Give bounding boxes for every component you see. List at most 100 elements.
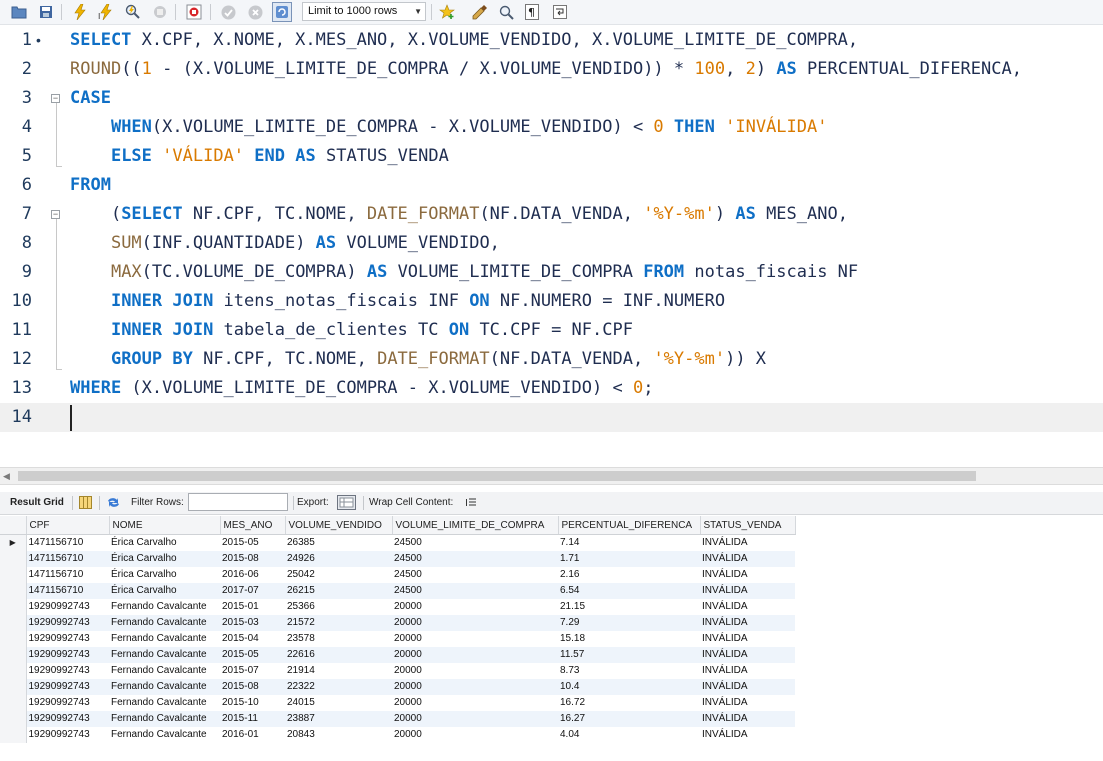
invisible-chars-icon[interactable]: ¶ bbox=[522, 2, 542, 22]
table-cell[interactable]: INVÁLIDA bbox=[700, 711, 795, 727]
table-cell[interactable]: 24926 bbox=[285, 551, 392, 567]
table-cell[interactable]: 16.72 bbox=[558, 695, 700, 711]
table-cell[interactable]: 7.29 bbox=[558, 615, 700, 631]
table-cell[interactable]: 24500 bbox=[392, 567, 558, 583]
table-cell[interactable]: INVÁLIDA bbox=[700, 551, 795, 567]
row-indicator[interactable] bbox=[0, 727, 27, 743]
table-cell[interactable]: 19290992743 bbox=[26, 695, 109, 711]
column-header[interactable]: NOME bbox=[109, 516, 221, 535]
row-indicator[interactable] bbox=[0, 599, 27, 615]
editor-line[interactable]: 12 GROUP BY NF.CPF, TC.NOME, DATE_FORMAT… bbox=[0, 345, 1103, 374]
folder-open-icon[interactable] bbox=[9, 2, 29, 22]
row-indicator[interactable] bbox=[0, 583, 27, 599]
editor-line[interactable]: 13 WHERE (X.VOLUME_LIMITE_DE_COMPRA - X.V… bbox=[0, 374, 1103, 403]
table-cell[interactable]: 1.71 bbox=[558, 551, 700, 567]
table-cell[interactable]: Fernando Cavalcante bbox=[109, 679, 220, 695]
table-cell[interactable]: Fernando Cavalcante bbox=[109, 631, 220, 647]
table-cell[interactable]: 22616 bbox=[285, 647, 392, 663]
refresh-icon[interactable] bbox=[106, 492, 121, 514]
table-cell[interactable]: 26385 bbox=[285, 535, 392, 552]
table-cell[interactable]: 22322 bbox=[285, 679, 392, 695]
table-cell[interactable]: 1471156710 bbox=[26, 535, 109, 552]
table-cell[interactable]: 19290992743 bbox=[26, 679, 109, 695]
column-header[interactable]: VOLUME_LIMITE_DE_COMPRA bbox=[392, 516, 559, 535]
table-cell[interactable]: 21914 bbox=[285, 663, 392, 679]
table-cell[interactable]: 24015 bbox=[285, 695, 392, 711]
table-cell[interactable]: 20843 bbox=[285, 727, 392, 743]
find-magnifier-icon[interactable] bbox=[496, 2, 516, 22]
editor-line[interactable]: 9 MAX(TC.VOLUME_DE_COMPRA) AS VOLUME_LIM… bbox=[0, 258, 1103, 287]
toggle-error-stop-icon[interactable] bbox=[184, 2, 204, 22]
table-row[interactable]: 19290992743 Fernando Cavalcante 2015-03 215… bbox=[0, 615, 795, 631]
editor-line[interactable]: 4 WHEN(X.VOLUME_LIMITE_DE_COMPRA - X.VOL… bbox=[0, 113, 1103, 142]
table-cell[interactable]: 20000 bbox=[392, 663, 558, 679]
table-cell[interactable]: INVÁLIDA bbox=[700, 599, 795, 615]
beautify-broom-icon[interactable] bbox=[469, 2, 489, 22]
table-cell[interactable]: 19290992743 bbox=[26, 711, 109, 727]
execute-cursor-lightning-icon[interactable]: I bbox=[96, 2, 116, 22]
table-cell[interactable]: 24500 bbox=[392, 583, 558, 599]
table-cell[interactable]: INVÁLIDA bbox=[700, 631, 795, 647]
row-indicator[interactable] bbox=[0, 679, 27, 695]
scroll-left-icon[interactable]: ◀ bbox=[3, 471, 10, 482]
table-cell[interactable]: 2015-03 bbox=[220, 615, 285, 631]
fold-toggle-icon[interactable]: − bbox=[51, 94, 60, 103]
table-cell[interactable]: Fernando Cavalcante bbox=[109, 615, 220, 631]
table-cell[interactable]: 19290992743 bbox=[26, 615, 109, 631]
table-row[interactable]: 19290992743 Fernando Cavalcante 2015-04 235… bbox=[0, 631, 795, 647]
editor-line[interactable]: 3 CASE bbox=[0, 84, 1103, 113]
table-cell[interactable]: Fernando Cavalcante bbox=[109, 711, 220, 727]
table-cell[interactable]: 19290992743 bbox=[26, 727, 109, 743]
table-cell[interactable]: 20000 bbox=[392, 599, 558, 615]
table-cell[interactable]: 23578 bbox=[285, 631, 392, 647]
table-cell[interactable]: 8.73 bbox=[558, 663, 700, 679]
table-cell[interactable]: Fernando Cavalcante bbox=[109, 647, 220, 663]
wrap-cell-icon[interactable]: I bbox=[465, 492, 477, 514]
table-cell[interactable]: INVÁLIDA bbox=[700, 695, 795, 711]
current-row-arrow-icon[interactable]: ▶ bbox=[0, 534, 27, 551]
table-cell[interactable]: 20000 bbox=[392, 615, 558, 631]
table-row[interactable]: 1471156710 Érica Carvalho 2015-08 24926 2450… bbox=[0, 551, 795, 567]
table-cell[interactable]: 24500 bbox=[392, 551, 558, 567]
table-row[interactable]: 19290992743 Fernando Cavalcante 2015-01 253… bbox=[0, 599, 795, 615]
table-cell[interactable]: 20000 bbox=[392, 631, 558, 647]
table-cell[interactable]: INVÁLIDA bbox=[700, 663, 795, 679]
export-icon[interactable] bbox=[337, 492, 356, 514]
table-cell[interactable]: 4.04 bbox=[558, 727, 700, 743]
table-cell[interactable]: 2015-08 bbox=[220, 679, 285, 695]
row-indicator[interactable] bbox=[0, 631, 27, 647]
table-row[interactable]: 19290992743 Fernando Cavalcante 2015-10 240… bbox=[0, 695, 795, 711]
table-cell[interactable]: INVÁLIDA bbox=[700, 647, 795, 663]
table-cell[interactable]: Érica Carvalho bbox=[109, 535, 220, 552]
row-indicator[interactable] bbox=[0, 695, 27, 711]
table-cell[interactable]: 2015-08 bbox=[220, 551, 285, 567]
table-cell[interactable]: INVÁLIDA bbox=[700, 615, 795, 631]
table-cell[interactable]: 15.18 bbox=[558, 631, 700, 647]
table-cell[interactable]: Érica Carvalho bbox=[109, 551, 220, 567]
table-cell[interactable]: Fernando Cavalcante bbox=[109, 599, 220, 615]
table-cell[interactable]: 1471156710 bbox=[26, 567, 109, 583]
column-header[interactable]: STATUS_VENDA bbox=[700, 516, 796, 535]
table-cell[interactable]: 10.4 bbox=[558, 679, 700, 695]
save-icon[interactable] bbox=[36, 2, 56, 22]
table-row[interactable]: 19290992743 Fernando Cavalcante 2015-08 223… bbox=[0, 679, 795, 695]
table-cell[interactable]: 2015-05 bbox=[220, 535, 285, 552]
editor-line[interactable]: 6 FROM bbox=[0, 171, 1103, 200]
table-cell[interactable]: 2015-10 bbox=[220, 695, 285, 711]
table-cell[interactable]: 20000 bbox=[392, 647, 558, 663]
table-cell[interactable]: 6.54 bbox=[558, 583, 700, 599]
table-cell[interactable]: 19290992743 bbox=[26, 647, 109, 663]
row-indicator[interactable] bbox=[0, 647, 27, 663]
table-cell[interactable]: 25042 bbox=[285, 567, 392, 583]
table-cell[interactable]: 20000 bbox=[392, 727, 558, 743]
table-cell[interactable]: 20000 bbox=[392, 695, 558, 711]
row-indicator[interactable] bbox=[0, 615, 27, 631]
editor-horizontal-scrollbar[interactable]: ◀ bbox=[0, 467, 1103, 485]
table-cell[interactable]: 11.57 bbox=[558, 647, 700, 663]
editor-line[interactable]: 1 SELECT X.CPF, X.NOME, X.MES_ANO, X.VOLU… bbox=[0, 26, 1103, 55]
table-cell[interactable]: 2.16 bbox=[558, 567, 700, 583]
table-cell[interactable]: Fernando Cavalcante bbox=[109, 727, 220, 743]
table-row[interactable]: 19290992743 Fernando Cavalcante 2015-05 226… bbox=[0, 647, 795, 663]
editor-line[interactable]: 11 INNER JOIN tabela_de_clientes TC ON T… bbox=[0, 316, 1103, 345]
result-grid-tab[interactable]: Result Grid bbox=[10, 492, 64, 514]
